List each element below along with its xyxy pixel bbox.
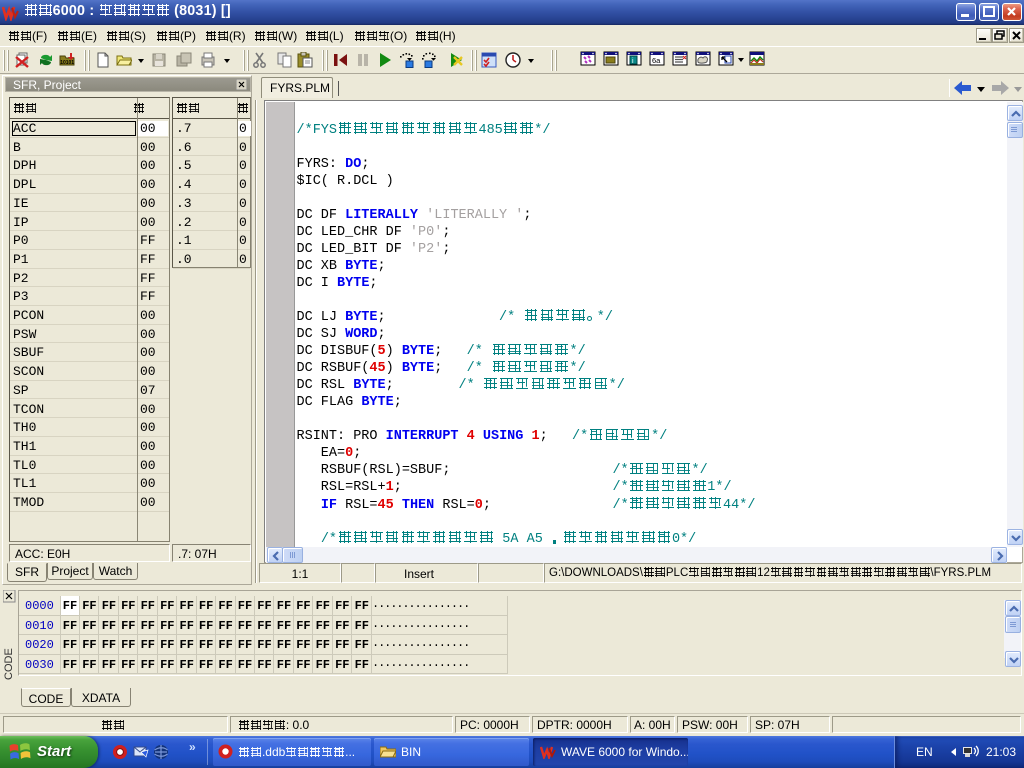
svg-text:10101: 10101 [60, 60, 74, 66]
svg-text:6a: 6a [652, 56, 661, 65]
